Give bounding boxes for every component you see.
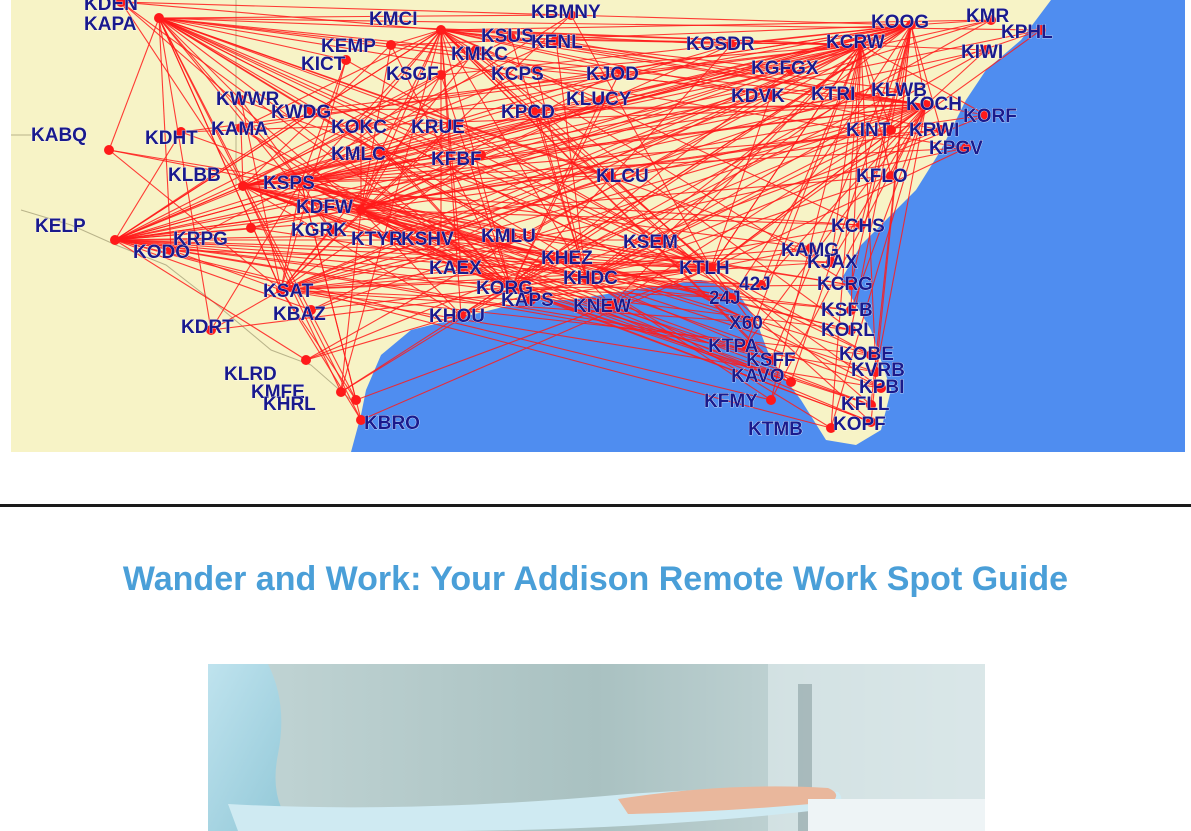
airport-label: KAMA bbox=[211, 119, 268, 140]
airport-dot bbox=[301, 355, 311, 365]
airport-label: KDEN bbox=[84, 0, 138, 15]
airport-label: KHEZ bbox=[541, 248, 593, 269]
airport-label: KMLC bbox=[331, 144, 386, 165]
airport-label: KSAT bbox=[263, 281, 314, 302]
airport-label: X60 bbox=[729, 313, 763, 334]
airport-label: KPHL bbox=[1001, 22, 1053, 43]
airport-label: 42J bbox=[739, 274, 771, 295]
airport-label: KICT bbox=[301, 54, 346, 75]
airport-label: KHOU bbox=[429, 306, 485, 327]
airport-label: 24J bbox=[709, 288, 741, 309]
airport-dot bbox=[336, 387, 346, 397]
person-with-laptop-photo bbox=[208, 664, 985, 831]
airport-label: KSFB bbox=[821, 300, 873, 321]
airport-label: KOSDR bbox=[686, 34, 755, 55]
airport-label: KGRK bbox=[291, 220, 347, 241]
airport-label: KDFW bbox=[296, 197, 353, 218]
airport-label: KOKC bbox=[331, 117, 387, 138]
airport-label: KAVO bbox=[731, 366, 784, 387]
airport-label: KPCD bbox=[501, 102, 555, 123]
airport-label: KENL bbox=[531, 32, 583, 53]
article-title[interactable]: Wander and Work: Your Addison Remote Wor… bbox=[0, 560, 1191, 599]
airport-label: KORL bbox=[821, 320, 875, 341]
airport-label: KLUCY bbox=[566, 89, 632, 110]
airport-dot bbox=[238, 181, 248, 191]
route-map-svg: KDENKAPA KMCIKEMPKICTKSUSKSGFKMKCKCPS KJOD… bbox=[11, 0, 1185, 452]
airport-label: KBMNY bbox=[531, 2, 601, 23]
airport-label: KDVK bbox=[731, 86, 785, 107]
airport-label: KHRL bbox=[263, 394, 316, 415]
article-hero-image bbox=[208, 664, 985, 831]
airport-label: KFBF bbox=[431, 149, 482, 170]
airport-label: KABQ bbox=[31, 125, 87, 146]
airport-label: KJOD bbox=[586, 64, 639, 85]
airport-label: KFLO bbox=[856, 166, 908, 187]
airport-dot bbox=[246, 223, 256, 233]
airport-label: KFMY bbox=[704, 391, 758, 412]
airport-dot bbox=[356, 205, 366, 215]
airport-dot bbox=[351, 395, 361, 405]
airport-dot bbox=[766, 395, 776, 405]
airport-label: KMKC bbox=[451, 44, 508, 65]
airport-label: KLBB bbox=[168, 165, 221, 186]
airport-label: KRPG bbox=[173, 229, 228, 250]
airport-label: KSPS bbox=[263, 173, 315, 194]
airport-label: KAPA bbox=[84, 14, 137, 35]
airport-dot bbox=[104, 145, 114, 155]
airport-label: KTRI bbox=[811, 84, 855, 105]
airport-label: KSGF bbox=[386, 64, 439, 85]
airport-label: KMCI bbox=[369, 9, 418, 30]
airport-dot bbox=[386, 40, 396, 50]
airport-label: KTLH bbox=[679, 258, 730, 279]
airport-label: KIWI bbox=[961, 42, 1003, 63]
airport-label: KINT bbox=[846, 120, 891, 141]
airport-label: KNEW bbox=[573, 296, 631, 317]
airport-label: KWDG bbox=[271, 102, 331, 123]
airport-label: KAEX bbox=[429, 258, 482, 279]
airport-dot bbox=[154, 13, 164, 23]
section-divider bbox=[0, 504, 1191, 507]
airport-label: KFLL bbox=[841, 394, 890, 415]
airport-label: KBRO bbox=[364, 413, 420, 434]
airport-label: KDHT bbox=[145, 128, 198, 149]
airport-label: KSHV bbox=[401, 229, 454, 250]
airport-label: KAPS bbox=[501, 290, 554, 311]
airport-dot bbox=[436, 25, 446, 35]
airport-label: KSEM bbox=[623, 232, 678, 253]
airport-label: KCPS bbox=[491, 64, 544, 85]
airport-label: KLCU bbox=[596, 166, 649, 187]
airport-label: KJAX bbox=[807, 252, 858, 273]
airport-label: KHDC bbox=[563, 268, 618, 289]
airport-label: KDRT bbox=[181, 317, 234, 338]
airport-label: KELP bbox=[35, 216, 86, 237]
airport-label: KOPF bbox=[833, 414, 886, 435]
route-map: KDEN KAPA KMCI KEMP KICT KSUS KSGF KMKC KCPS KJOD… bbox=[11, 0, 1185, 452]
airport-label: KMLU bbox=[481, 226, 536, 247]
airport-label: KTYR bbox=[351, 229, 403, 250]
airport-label: KORF bbox=[963, 106, 1017, 127]
airport-label: KGFGX bbox=[751, 58, 819, 79]
airport-label: KOCH bbox=[906, 94, 962, 115]
airport-label: KPGV bbox=[929, 138, 983, 159]
airport-label: KBAZ bbox=[273, 304, 326, 325]
airport-label: KTMB bbox=[748, 419, 803, 440]
airport-label: KCHS bbox=[831, 216, 885, 237]
airport-label: KRUE bbox=[411, 117, 465, 138]
airport-label: KCRG bbox=[817, 274, 873, 295]
airport-dot bbox=[786, 377, 796, 387]
airport-dot bbox=[110, 235, 120, 245]
airport-label: KOOG bbox=[871, 12, 929, 33]
airport-label: KCRW bbox=[826, 32, 885, 53]
